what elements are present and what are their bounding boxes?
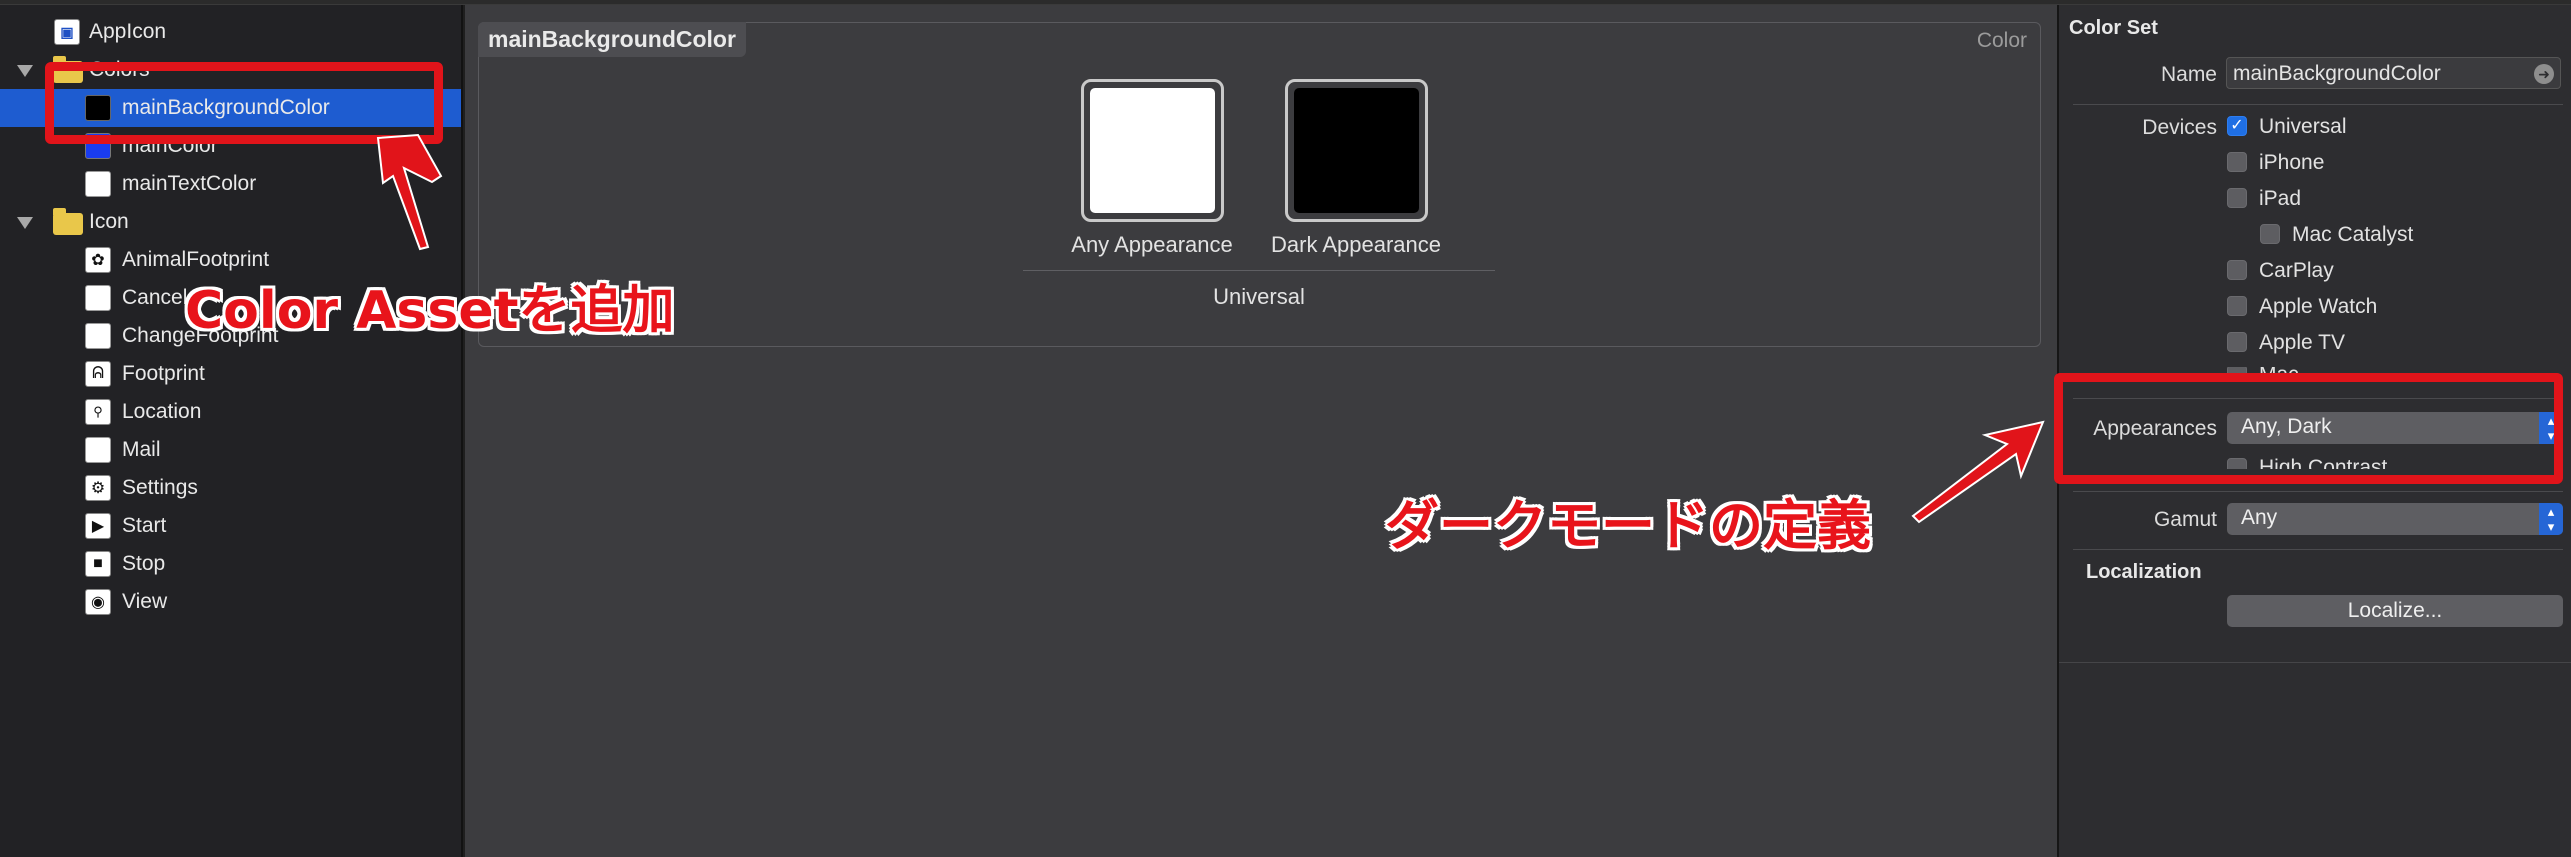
navigator-item-location[interactable]: ⚲ Location bbox=[0, 393, 461, 431]
checkbox-label: iPad bbox=[2259, 187, 2302, 210]
divider bbox=[1023, 270, 1495, 271]
checkbox-universal[interactable]: ✓ bbox=[2227, 116, 2247, 136]
checkbox-mac-catalyst[interactable] bbox=[2260, 224, 2280, 244]
highlight-box-color-asset bbox=[45, 62, 443, 144]
navigator-item-start[interactable]: ▶ Start bbox=[0, 507, 461, 545]
gamut-popup[interactable]: Any ▴ ▾ bbox=[2227, 503, 2563, 535]
universal-label: Universal bbox=[1213, 284, 1305, 309]
checkbox-apple-watch[interactable] bbox=[2227, 296, 2247, 316]
arrow-circle-icon[interactable]: ➜ bbox=[2534, 64, 2554, 84]
name-field[interactable]: mainBackgroundColor ➜ bbox=[2226, 57, 2561, 89]
checkbox-label: Universal bbox=[2259, 115, 2347, 138]
annotation-dark-mode-definition: ダークモードの定義 bbox=[1385, 494, 1871, 557]
mail-icon bbox=[85, 437, 111, 463]
navigator-item-view[interactable]: ◉ View bbox=[0, 583, 461, 621]
navigator-item-label: AppIcon bbox=[89, 20, 167, 43]
navigator-item-label: Footprint bbox=[122, 362, 205, 385]
highlight-box-appearances bbox=[2054, 373, 2563, 484]
checkbox-apple-tv[interactable] bbox=[2227, 332, 2247, 352]
divider bbox=[2073, 549, 2563, 550]
divider bbox=[2059, 662, 2571, 663]
disclosure-triangle-icon[interactable] bbox=[17, 65, 33, 77]
color-set-type-tag: Color bbox=[1976, 29, 2027, 52]
color-set-title[interactable]: mainBackgroundColor bbox=[478, 22, 746, 57]
app-icon-asset-icon: ▣ bbox=[54, 19, 80, 45]
any-appearance-swatch bbox=[1090, 88, 1215, 213]
white-swatch-icon bbox=[85, 171, 111, 197]
navigator-item-label: Start bbox=[122, 514, 167, 537]
paw-icon: ✿ bbox=[85, 247, 111, 273]
navigator-item-footprint[interactable]: ᕱ Footprint bbox=[0, 355, 461, 393]
dark-appearance-well[interactable] bbox=[1285, 79, 1428, 222]
play-icon: ▶ bbox=[85, 513, 111, 539]
folder-icon bbox=[53, 208, 83, 235]
navigator-item-label: Icon bbox=[89, 210, 129, 233]
footprint-icon: ᕱ bbox=[85, 361, 111, 387]
section-title-color-set: Color Set bbox=[2069, 17, 2158, 39]
name-label: Name bbox=[2160, 63, 2217, 86]
navigator-item-stop[interactable]: ■ Stop bbox=[0, 545, 461, 583]
navigator-item-mail[interactable]: Mail bbox=[0, 431, 461, 469]
name-field-value: mainBackgroundColor bbox=[2233, 62, 2441, 85]
checkbox-carplay[interactable] bbox=[2227, 260, 2247, 280]
navigator-item-appicon[interactable]: ▣ AppIcon bbox=[0, 13, 461, 51]
xcode-asset-catalog-window: ▣ AppIcon Colors mainBackgroundColor mai… bbox=[0, 0, 2571, 857]
checkbox-label: Apple TV bbox=[2259, 331, 2345, 354]
dark-appearance-swatch bbox=[1294, 88, 1419, 213]
navigator-item-settings[interactable]: ⚙ Settings bbox=[0, 469, 461, 507]
any-appearance-label: Any Appearance bbox=[1071, 232, 1233, 257]
location-icon: ⚲ bbox=[85, 399, 111, 425]
navigator-folder-icon[interactable]: Icon bbox=[0, 203, 461, 241]
asset-editor: mainBackgroundColor Color Any Appearance… bbox=[465, 5, 2057, 857]
disclosure-triangle-icon[interactable] bbox=[17, 217, 33, 229]
gear-icon: ⚙ bbox=[85, 475, 111, 501]
divider bbox=[2073, 104, 2563, 105]
navigator-item-maintextcolor[interactable]: mainTextColor bbox=[0, 165, 461, 203]
navigator-item-label: Cancel bbox=[122, 286, 188, 309]
cancel-icon bbox=[85, 285, 111, 311]
checkbox-label: Apple Watch bbox=[2259, 295, 2378, 318]
checkbox-label: iPhone bbox=[2259, 151, 2325, 174]
devices-label: Devices bbox=[2142, 116, 2217, 139]
dark-appearance-label: Dark Appearance bbox=[1271, 232, 1441, 257]
annotation-add-color-asset: Color Assetを追加 bbox=[185, 281, 675, 341]
any-appearance-well[interactable] bbox=[1081, 79, 1224, 222]
section-title-localization: Localization bbox=[2086, 561, 2202, 583]
checkbox-iphone[interactable] bbox=[2227, 152, 2247, 172]
localize-button[interactable]: Localize... bbox=[2227, 595, 2563, 627]
eye-icon: ◉ bbox=[85, 589, 111, 615]
navigator-item-label: mainTextColor bbox=[122, 172, 257, 195]
navigator-item-label: Settings bbox=[122, 476, 198, 499]
checkbox-ipad[interactable] bbox=[2227, 188, 2247, 208]
chevron-updown-icon: ▴ ▾ bbox=[2539, 503, 2563, 535]
divider bbox=[2073, 491, 2563, 492]
stop-icon: ■ bbox=[85, 551, 111, 577]
change-footprint-icon bbox=[85, 323, 111, 349]
gamut-value: Any bbox=[2241, 506, 2278, 529]
navigator-item-label: View bbox=[122, 590, 168, 613]
gamut-label: Gamut bbox=[2153, 508, 2217, 531]
navigator-item-label: Mail bbox=[122, 438, 161, 461]
navigator-item-label: Location bbox=[122, 400, 202, 423]
checkbox-label: CarPlay bbox=[2259, 259, 2334, 282]
navigator-item-label: Stop bbox=[122, 552, 166, 575]
checkbox-label: Mac Catalyst bbox=[2292, 223, 2414, 246]
